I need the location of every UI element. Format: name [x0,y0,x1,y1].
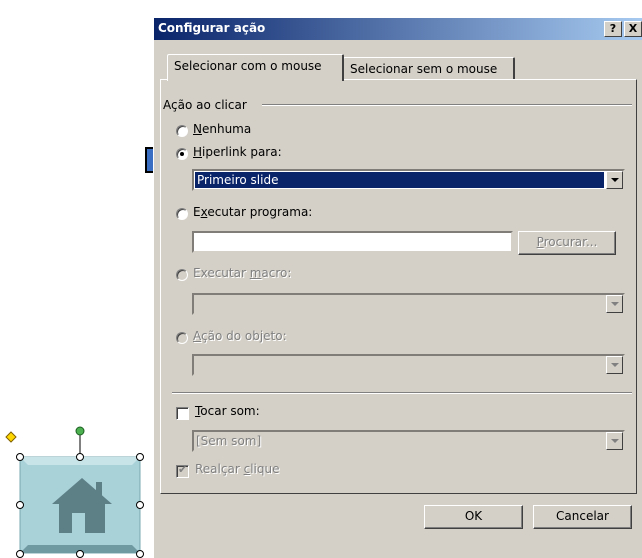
hyperlink-dropdown[interactable]: Primeiro slide [192,169,625,191]
radio-none[interactable] [176,125,188,137]
radio-run-program-label[interactable]: Executar programa: [193,205,312,219]
divider [262,104,632,106]
play-sound-checkbox[interactable] [176,407,189,420]
program-path-input[interactable] [192,231,513,253]
radio-run-macro-label[interactable]: Executar macro: [193,266,291,280]
tab-select-with-mouse[interactable]: Selecionar com o mouse [167,54,344,81]
chevron-down-icon[interactable] [606,171,623,189]
highlight-click-checkbox[interactable]: ✔ [176,463,189,478]
cancel-button[interactable]: Cancelar [533,505,632,529]
tab-label: Selecionar com o mouse [174,59,322,73]
radio-object-action-label[interactable]: Ação do objeto: [193,329,287,343]
tab-panel: Ação ao clicar Nenhuma Hiperlink para: P… [160,79,637,494]
hyperlink-dropdown-value: Primeiro slide [194,171,605,189]
radio-hyperlink-label[interactable]: Hiperlink para: [193,145,282,159]
group-label-click-action: Ação ao clicar [163,98,247,112]
tab-select-without-mouse[interactable]: Selecionar sem o mouse [343,57,515,81]
action-button-home-shape[interactable] [0,420,160,558]
chevron-down-icon[interactable] [606,432,623,450]
radio-none-label[interactable]: Nenhuma [193,122,251,136]
dialog-title: Configurar ação [158,21,266,35]
adjust-handle-icon [5,431,17,443]
close-button[interactable]: X [624,21,642,37]
divider [172,392,632,394]
chevron-down-icon[interactable] [606,295,623,313]
ok-button[interactable]: OK [424,505,523,529]
highlight-click-label[interactable]: Realçar clique [195,462,279,476]
radio-run-macro[interactable] [176,269,188,281]
play-sound-label[interactable]: Tocar som: [195,404,260,418]
sound-dropdown[interactable]: [Sem som] [192,430,625,452]
tab-label: Selecionar sem o mouse [350,62,498,76]
object-action-dropdown[interactable] [192,354,625,376]
chevron-down-icon[interactable] [606,356,623,374]
checkmark-icon: ✔ [178,463,188,476]
macro-dropdown[interactable] [192,293,625,315]
title-bar[interactable]: Configurar ação ? X [154,18,642,40]
rotate-handle-icon [75,426,85,436]
radio-run-program[interactable] [176,208,188,220]
radio-object-action[interactable] [176,332,188,344]
help-button[interactable]: ? [604,21,622,37]
browse-button[interactable]: Procurar... [518,231,616,255]
radio-hyperlink[interactable] [176,148,188,160]
sound-dropdown-value: [Sem som] [196,434,262,448]
action-settings-dialog: Configurar ação ? X Selecionar com o mou… [153,17,642,558]
